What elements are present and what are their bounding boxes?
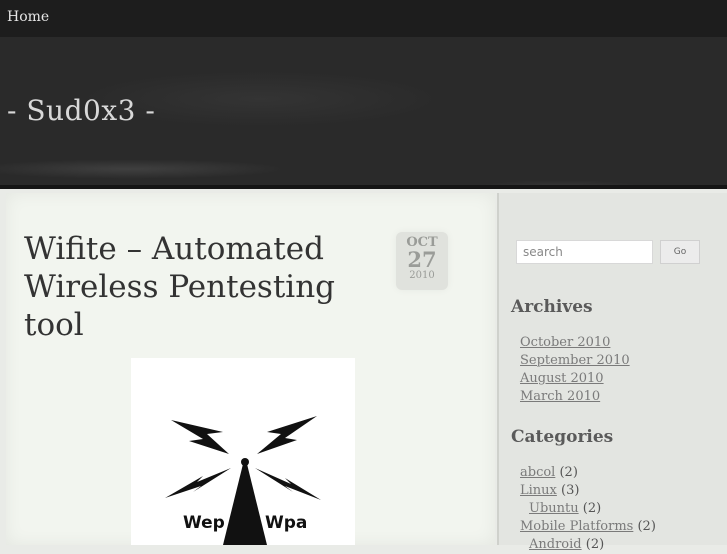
list-item: abcol (2) bbox=[520, 464, 656, 482]
post-image: Wep Wpa bbox=[131, 358, 355, 545]
top-nav-bar: Home bbox=[0, 0, 727, 37]
bolt-icon bbox=[255, 468, 321, 500]
list-item: Android (2) bbox=[520, 536, 656, 554]
search-go-button[interactable]: Go bbox=[660, 240, 700, 264]
archives-title: Archives bbox=[511, 297, 593, 317]
category-link[interactable]: Mobile Platforms bbox=[520, 519, 633, 534]
category-count: (2) bbox=[637, 519, 656, 534]
category-count: (2) bbox=[559, 465, 578, 480]
bolt-icon bbox=[165, 468, 231, 498]
archives-list: October 2010 September 2010 August 2010 … bbox=[520, 334, 630, 406]
list-item: August 2010 bbox=[520, 370, 630, 388]
archive-link[interactable]: August 2010 bbox=[520, 371, 604, 386]
list-item: Ubuntu (2) bbox=[520, 500, 656, 518]
search-input[interactable] bbox=[516, 240, 653, 264]
bolt-icon bbox=[171, 420, 229, 454]
image-label-wep: Wep bbox=[183, 513, 225, 533]
list-item: September 2010 bbox=[520, 352, 630, 370]
site-title[interactable]: - Sud0x3 - bbox=[7, 94, 155, 127]
bolt-icon bbox=[257, 416, 317, 454]
image-label-wpa: Wpa bbox=[265, 513, 307, 533]
categories-list: abcol (2) Linux (3) Ubuntu (2) Mobile Pl… bbox=[520, 464, 656, 554]
nav-home-link[interactable]: Home bbox=[7, 9, 49, 25]
category-link[interactable]: abcol bbox=[520, 465, 555, 480]
list-item: October 2010 bbox=[520, 334, 630, 352]
list-item: March 2010 bbox=[520, 388, 630, 406]
list-item: Mobile Platforms (2) bbox=[520, 518, 656, 536]
site-header: - Sud0x3 - bbox=[0, 37, 727, 189]
archive-link[interactable]: September 2010 bbox=[520, 353, 630, 368]
date-year: 2010 bbox=[409, 270, 435, 281]
archive-link[interactable]: October 2010 bbox=[520, 335, 610, 350]
post-date-badge: OCT 27 2010 bbox=[396, 232, 448, 290]
category-count: (3) bbox=[561, 483, 580, 498]
category-link[interactable]: Linux bbox=[520, 483, 557, 498]
archive-link[interactable]: March 2010 bbox=[520, 389, 600, 404]
list-item: Linux (3) bbox=[520, 482, 656, 500]
antenna-wep-wpa-icon: Wep Wpa bbox=[165, 416, 321, 545]
date-day: 27 bbox=[407, 247, 437, 272]
post-title[interactable]: Wifite – Automated Wireless Pentesting t… bbox=[24, 230, 354, 344]
categories-title: Categories bbox=[511, 427, 614, 447]
category-count: (2) bbox=[582, 501, 602, 516]
category-link[interactable]: Ubuntu bbox=[529, 501, 579, 516]
